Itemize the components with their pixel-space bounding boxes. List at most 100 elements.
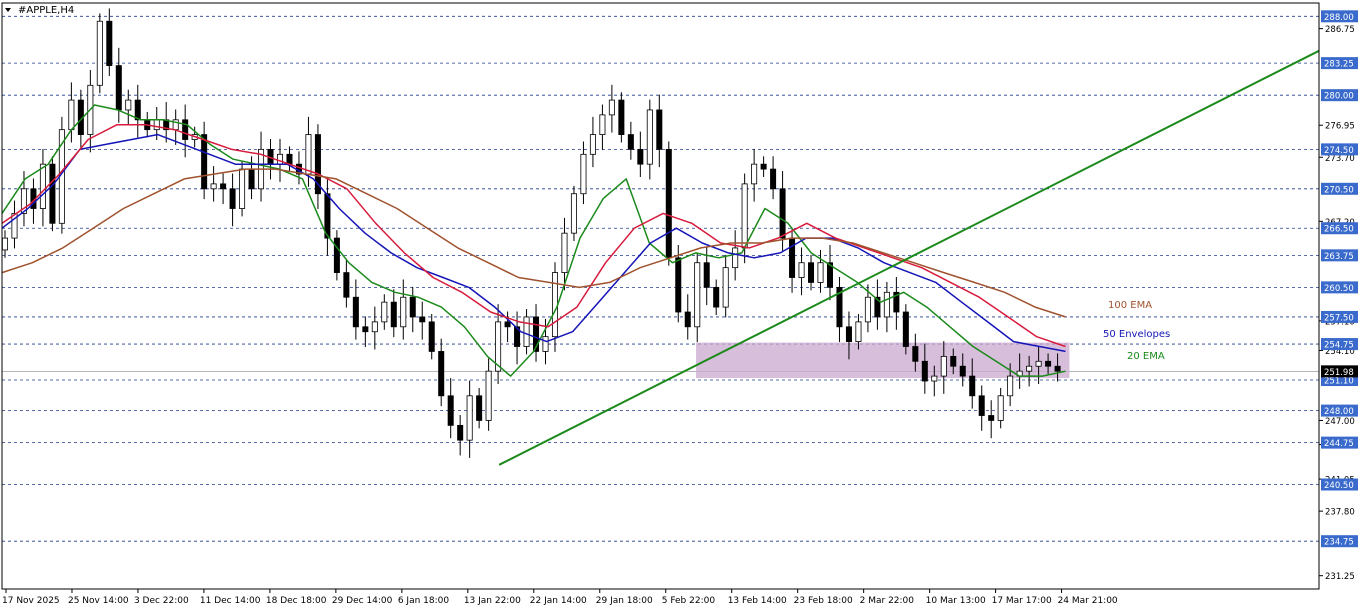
price-tick-label: 237.80 <box>1325 508 1355 518</box>
candle-body-bullish <box>580 153 587 195</box>
candle-body-bullish <box>741 183 748 249</box>
candle-body-bearish <box>978 395 985 416</box>
candle-body-bearish <box>333 237 340 273</box>
time-tick-label: 2 Mar 22:00 <box>860 596 915 606</box>
candle-body-bearish <box>447 395 454 426</box>
price-level-tag-label: 283.25 <box>1324 60 1354 70</box>
price-level-tag-label: 254.75 <box>1324 341 1354 351</box>
candle-body-bearish <box>684 311 691 328</box>
time-tick-label: 22 Jan 14:00 <box>530 596 587 606</box>
price-level-tag-label: 248.00 <box>1324 407 1354 417</box>
candle-body-bearish <box>959 365 966 377</box>
candle-body-bearish <box>950 355 957 367</box>
candle-body-bearish <box>845 326 852 342</box>
candle-body-bullish <box>570 193 577 234</box>
candle-body-bearish <box>49 163 56 224</box>
time-tick-label: 23 Feb 18:00 <box>794 596 853 606</box>
candle-body-bullish <box>940 355 947 377</box>
price-tick-label: 231.25 <box>1325 572 1355 582</box>
candle-body-bearish <box>988 415 995 421</box>
candle-body-bullish <box>39 163 46 209</box>
time-tick-label: 10 Mar 13:00 <box>926 596 986 606</box>
price-level-tag-label: 244.75 <box>1324 439 1354 449</box>
candle-body-bearish <box>656 109 663 150</box>
candle-body-bullish <box>239 168 246 209</box>
candle-body-bullish <box>751 163 758 185</box>
candle-body-bullish <box>722 267 729 308</box>
candle-body-bearish <box>618 99 625 135</box>
candle-body-bearish <box>789 237 796 278</box>
candle-body-bullish <box>646 109 653 165</box>
candle-body-bullish <box>371 321 378 333</box>
candle-body-bearish <box>713 286 720 308</box>
candle-body-bullish <box>305 134 312 175</box>
candle-body-bearish <box>438 351 445 397</box>
candle-body-bearish <box>637 148 644 165</box>
candle-body-bullish <box>855 321 862 342</box>
candle-body-bearish <box>703 262 710 288</box>
candle-body-bullish <box>542 336 549 352</box>
time-tick-label: 17 Nov 2025 <box>2 596 60 606</box>
price-level-tag-label: 251.10 <box>1324 377 1354 387</box>
candle-body-bullish <box>997 395 1004 421</box>
candle-body-bearish <box>1045 360 1052 367</box>
candle-body-bearish <box>428 321 435 352</box>
candle-body-bearish <box>352 296 359 328</box>
time-tick-label: 29 Jan 18:00 <box>596 596 653 606</box>
price-level-tag-label: 280.00 <box>1324 92 1354 102</box>
price-level-tag-label: 240.50 <box>1324 481 1354 491</box>
candle-body-bullish <box>1007 375 1014 397</box>
time-tick-label: 13 Feb 14:00 <box>728 596 787 606</box>
candle-body-bullish <box>694 262 701 328</box>
candle-body-bearish <box>343 272 350 298</box>
candle-body-bearish <box>201 134 208 190</box>
candle-body-bearish <box>182 119 189 140</box>
candle-body-bullish <box>485 370 492 421</box>
candle-body-bullish <box>1026 365 1033 372</box>
candle-body-bearish <box>229 188 236 209</box>
annotation-ema100: 100 EMA <box>1108 300 1152 311</box>
annotation-ema20: 20 EMA <box>1127 351 1165 362</box>
time-tick-label: 17 Mar 17:00 <box>992 596 1052 606</box>
candle-body-bearish <box>770 168 777 190</box>
candle-body-bearish <box>362 326 369 333</box>
candle-body-bullish <box>1 237 9 251</box>
candle-body-bearish <box>504 321 511 328</box>
candle-body-bullish <box>732 247 739 269</box>
candle-body-bullish <box>599 114 606 135</box>
candle-body-bullish <box>125 99 132 111</box>
current-price-tag-label: 251.98 <box>1324 368 1354 378</box>
candle-body-bullish <box>466 395 473 441</box>
candle-body-bearish <box>808 262 815 283</box>
price-tick-label: 276.95 <box>1325 122 1355 132</box>
price-level-tag-label: 260.50 <box>1324 284 1354 294</box>
candle-body-bearish <box>665 148 672 259</box>
candle-body-bearish <box>220 183 227 190</box>
candle-body-bullish <box>561 232 568 273</box>
candle-body-bullish <box>883 291 890 318</box>
candle-body-bearish <box>457 424 464 441</box>
candle-body-bullish <box>1035 360 1042 367</box>
candle-body-bearish <box>675 257 682 313</box>
candle-body-bullish <box>589 134 596 155</box>
candle-body-bullish <box>210 183 217 190</box>
candle-body-bearish <box>106 20 113 66</box>
candle-body-bullish <box>817 262 824 283</box>
candle-body-bearish <box>912 346 919 362</box>
time-tick-label: 25 Nov 14:00 <box>68 596 129 606</box>
candle-body-bullish <box>931 375 938 382</box>
time-tick-label: 24 Mar 21:00 <box>1058 596 1118 606</box>
candle-body-bearish <box>134 99 141 121</box>
candle-body-bearish <box>409 296 416 318</box>
candle-body-bearish <box>1054 365 1061 372</box>
candle-body-bullish <box>96 20 103 86</box>
price-level-tag-label: 257.50 <box>1324 313 1354 323</box>
candle-body-bearish <box>779 188 786 239</box>
price-tick-label: 286.75 <box>1325 25 1355 35</box>
time-tick-label: 13 Jan 22:00 <box>464 596 521 606</box>
candle-body-bullish <box>153 119 160 131</box>
time-tick-label: 18 Dec 18:00 <box>266 596 327 606</box>
price-level-tag-label: 274.50 <box>1324 146 1354 156</box>
candle-body-bearish <box>921 360 928 382</box>
candle-body-bearish <box>248 168 255 190</box>
